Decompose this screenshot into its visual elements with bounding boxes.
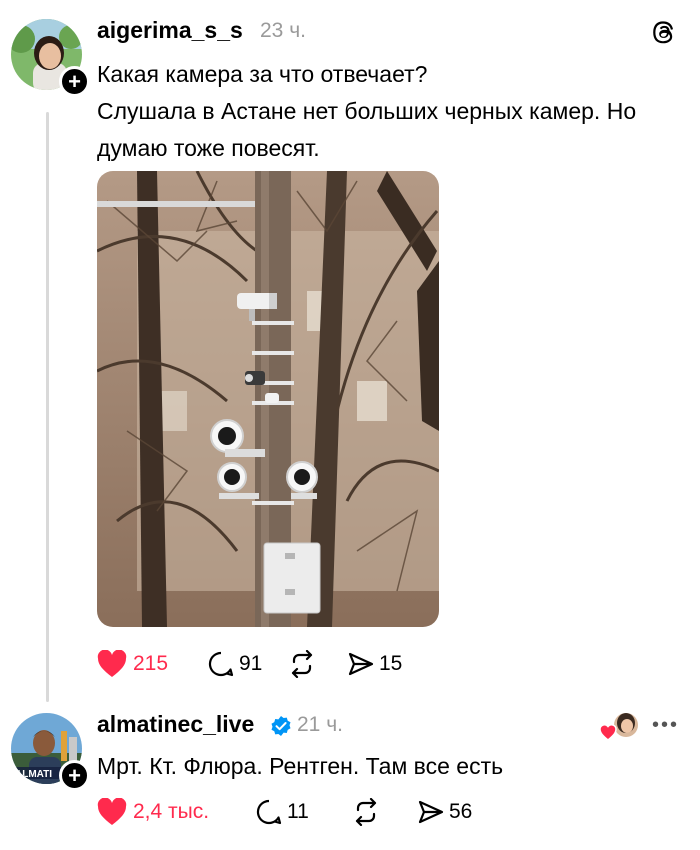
like-count: 2,4 тыс. (133, 800, 210, 823)
share-count: 56 (449, 800, 473, 823)
comment-icon (208, 651, 234, 677)
heart-icon (97, 798, 127, 825)
repost-icon (355, 798, 377, 826)
post-timestamp: 23 ч. (260, 19, 306, 42)
follow-plus-icon[interactable]: + (59, 66, 90, 97)
thread-connector-line (46, 112, 49, 702)
verified-icon (271, 716, 291, 736)
post-photo[interactable] (97, 171, 439, 627)
post-text-line: Какая камера за что отвечает? (97, 61, 428, 87)
heart-icon (97, 650, 127, 677)
reply-actions-bar: 2,4 тыс. 11 56 (97, 798, 472, 826)
more-icon[interactable]: ••• (652, 714, 679, 737)
like-button[interactable]: 2,4 тыс. (97, 798, 255, 826)
comment-button[interactable]: 91 (207, 650, 287, 678)
share-button[interactable]: 56 (417, 798, 472, 826)
like-button[interactable]: 215 (97, 650, 207, 678)
comment-icon (256, 799, 282, 825)
comment-button[interactable]: 11 (255, 798, 351, 826)
reply-text: Мрт. Кт. Флюра. Рентген. Там все есть (97, 753, 504, 779)
share-button[interactable]: 15 (347, 650, 402, 678)
post-actions-bar: 215 91 15 (97, 650, 402, 678)
reply-timestamp: 21 ч. (297, 713, 343, 736)
post-text-paragraph: Слушала в Астане нет больших черных каме… (97, 98, 637, 161)
repost-button[interactable] (351, 798, 417, 826)
comment-count: 91 (239, 652, 263, 675)
comment-count: 11 (287, 800, 309, 823)
liked-by-author-icon (600, 713, 638, 741)
repost-button[interactable] (287, 650, 347, 678)
post-author-username[interactable]: aigerima_s_s (97, 17, 243, 44)
share-icon (348, 652, 374, 676)
like-count: 215 (133, 652, 169, 675)
repost-icon (291, 650, 313, 678)
threads-logo-icon[interactable] (650, 18, 678, 46)
follow-plus-icon[interactable]: + (59, 760, 90, 791)
share-count: 15 (379, 652, 403, 675)
share-icon (418, 800, 444, 824)
avatar-logo-text: ALMATI (15, 769, 52, 780)
reply-author-username[interactable]: almatinec_live (97, 711, 254, 738)
